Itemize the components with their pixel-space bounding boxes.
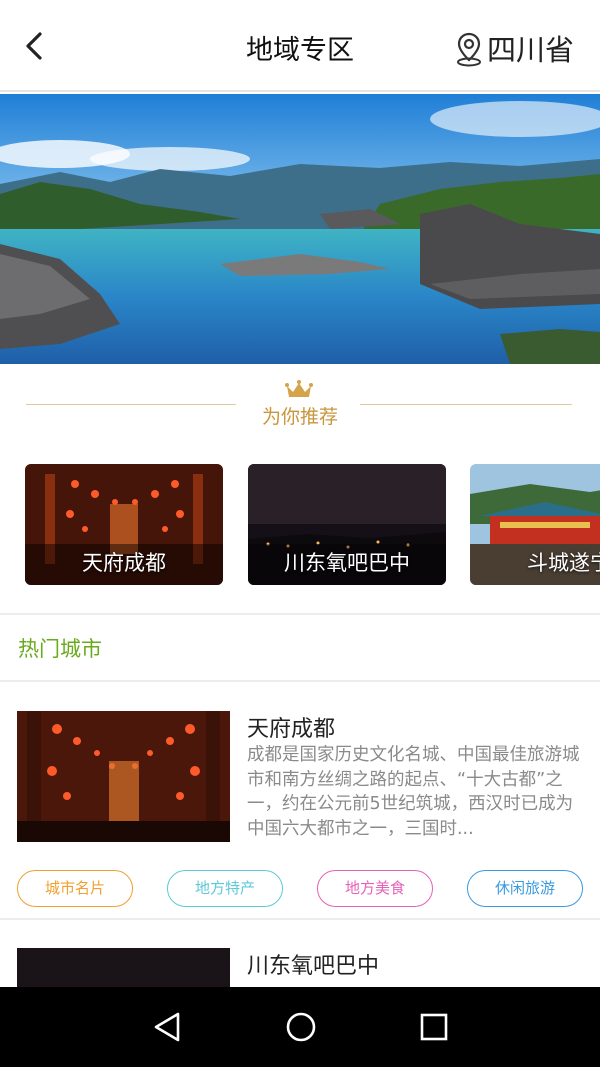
recommend-title: 为你推荐: [261, 406, 338, 428]
nav-recents-icon[interactable]: [414, 1007, 454, 1047]
section-divider: [0, 680, 600, 682]
location-pin-icon: [456, 32, 481, 67]
recommend-carousel[interactable]: 天府成都 川东氧吧巴中 斗城遂宁: [0, 464, 600, 586]
app-header: 地域专区 四川省: [0, 0, 600, 92]
location-label: 四川省: [486, 33, 574, 67]
tag-local-specialty[interactable]: 地方特产: [167, 870, 283, 907]
banner-image[interactable]: [0, 94, 600, 364]
card-label: 天府成都: [82, 551, 166, 575]
recommend-header: 为你推荐: [0, 378, 600, 438]
nav-home-icon[interactable]: [281, 1007, 321, 1047]
city-thumbnail[interactable]: [17, 948, 230, 988]
system-nav-bar: [0, 987, 600, 1067]
tag-leisure-travel[interactable]: 休闲旅游: [467, 870, 583, 907]
card-label: 斗城遂宁: [527, 551, 600, 575]
section-divider: [0, 613, 600, 615]
bazhong-night-image: [17, 948, 230, 988]
landscape-lake-image: [0, 94, 600, 364]
crown-icon: [285, 380, 313, 397]
city-list-item[interactable]: 天府成都 成都是国家历史文化名城、中国最佳旅游城市和南方丝绸之路的起点、“十大古…: [0, 711, 600, 851]
hot-cities-title: 热门城市: [18, 637, 102, 661]
recommend-card[interactable]: 天府成都: [25, 464, 223, 585]
nav-back-icon[interactable]: [148, 1007, 188, 1047]
city-thumbnail[interactable]: [17, 711, 230, 842]
city-list-item[interactable]: 川东氧吧巴中: [0, 948, 600, 988]
section-divider: [0, 918, 600, 920]
location-selector[interactable]: 四川省: [455, 28, 574, 68]
tag-local-food[interactable]: 地方美食: [317, 870, 433, 907]
city-tags: 城市名片 地方特产 地方美食 休闲旅游: [0, 870, 600, 910]
chengdu-lanterns-image: [17, 711, 230, 842]
card-label: 川东氧吧巴中: [284, 551, 410, 575]
city-description: 成都是国家历史文化名城、中国最佳旅游城市和南方丝绸之路的起点、“十大古都”之一，…: [247, 745, 580, 839]
recommend-card[interactable]: 川东氧吧巴中: [248, 464, 446, 585]
recommend-card[interactable]: 斗城遂宁: [470, 464, 600, 585]
city-name: 川东氧吧巴中: [247, 954, 380, 979]
city-name: 天府成都: [247, 717, 336, 742]
tag-city-card[interactable]: 城市名片: [17, 870, 133, 907]
